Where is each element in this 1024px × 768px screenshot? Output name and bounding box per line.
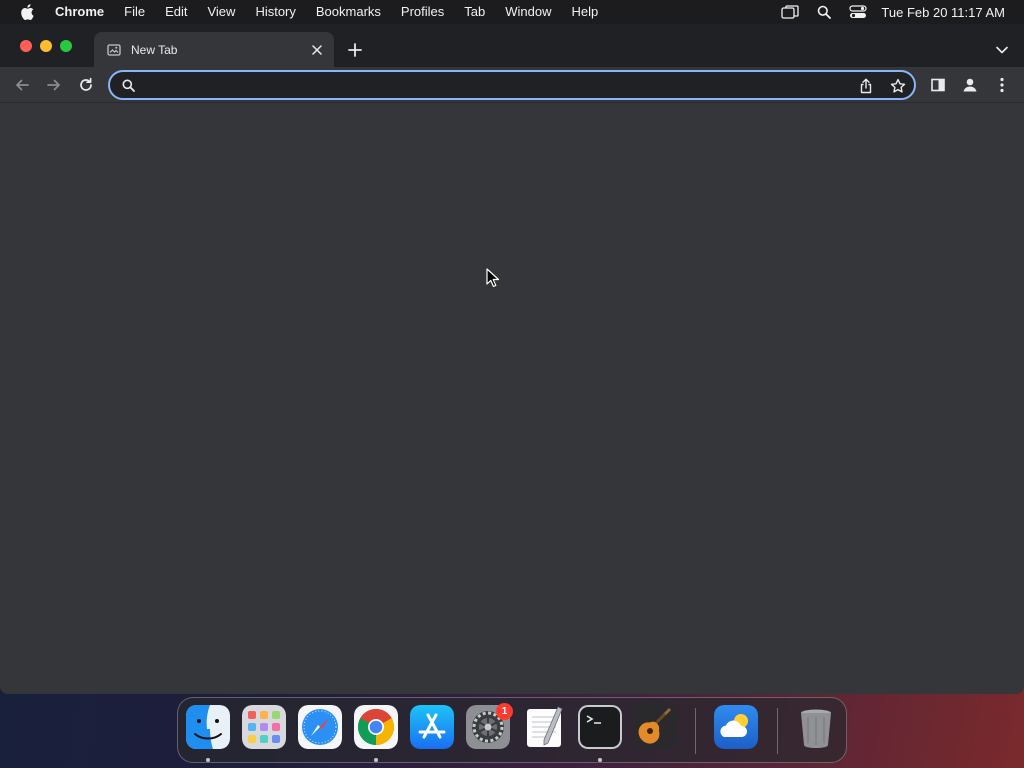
menu-help[interactable]: Help (562, 0, 609, 24)
menu-tab[interactable]: Tab (454, 0, 495, 24)
dock-separator (695, 708, 696, 754)
browser-toolbar (0, 67, 1024, 103)
chrome-window: New Tab (0, 24, 1024, 694)
menu-file[interactable]: File (114, 0, 155, 24)
menu-bar: Chrome File Edit View History Bookmarks … (0, 0, 1024, 24)
new-tab-plus-icon[interactable] (344, 39, 366, 61)
dock: 1 (177, 697, 847, 763)
window-zoom-button[interactable] (60, 40, 72, 52)
menu-bookmarks[interactable]: Bookmarks (306, 0, 391, 24)
window-minimize-button[interactable] (40, 40, 52, 52)
menu-history[interactable]: History (245, 0, 305, 24)
settings-notification-badge: 1 (496, 703, 513, 720)
control-center-icon[interactable] (841, 0, 875, 24)
launchpad-icon[interactable] (242, 705, 286, 749)
chrome-icon[interactable] (354, 705, 398, 749)
menu-view[interactable]: View (197, 0, 245, 24)
tab-title: New Tab (131, 42, 178, 57)
app-store-icon[interactable] (410, 705, 454, 749)
reload-icon[interactable] (74, 73, 98, 97)
tab-close-icon[interactable] (309, 42, 325, 58)
screen-mirroring-icon[interactable] (773, 0, 807, 24)
back-arrow-icon[interactable] (10, 73, 34, 97)
mouse-cursor-icon (486, 268, 500, 287)
omnibox[interactable] (108, 70, 916, 100)
menu-bar-status-area: Tue Feb 20 11:17 AM (773, 0, 1024, 24)
page-content-area[interactable] (0, 104, 1024, 694)
garageband-icon[interactable] (634, 705, 678, 749)
safari-icon[interactable] (298, 705, 342, 749)
new-tab-favicon-icon (106, 42, 122, 58)
menu-app-name[interactable]: Chrome (45, 0, 114, 24)
menu-window[interactable]: Window (495, 0, 561, 24)
tab-new-tab[interactable]: New Tab (94, 32, 334, 67)
share-icon[interactable] (855, 75, 877, 97)
forward-arrow-icon[interactable] (42, 73, 66, 97)
address-input[interactable] (142, 75, 842, 95)
bookmark-star-icon[interactable] (887, 75, 909, 97)
textedit-icon[interactable] (522, 705, 566, 749)
tab-strip: New Tab (0, 24, 1024, 67)
omnibox-search-icon (120, 77, 136, 93)
chrome-running-indicator (374, 758, 378, 762)
weather-icon[interactable] (714, 705, 758, 749)
dock-separator (777, 708, 778, 754)
profile-avatar-icon[interactable] (958, 73, 982, 97)
apple-menu-icon[interactable] (18, 3, 36, 21)
menu-edit[interactable]: Edit (155, 0, 197, 24)
window-close-button[interactable] (20, 40, 32, 52)
chrome-menu-kebab-icon[interactable] (990, 73, 1014, 97)
menu-profiles[interactable]: Profiles (391, 0, 454, 24)
trash-icon[interactable] (794, 705, 838, 749)
terminal-running-indicator (598, 758, 602, 762)
finder-icon[interactable] (186, 705, 230, 749)
terminal-icon[interactable] (578, 705, 622, 749)
finder-running-indicator (206, 758, 210, 762)
menu-bar-clock[interactable]: Tue Feb 20 11:17 AM (875, 5, 1024, 20)
tab-search-chevron-down-icon[interactable] (991, 39, 1013, 61)
side-panel-icon[interactable] (926, 73, 950, 97)
spotlight-search-icon[interactable] (807, 0, 841, 24)
